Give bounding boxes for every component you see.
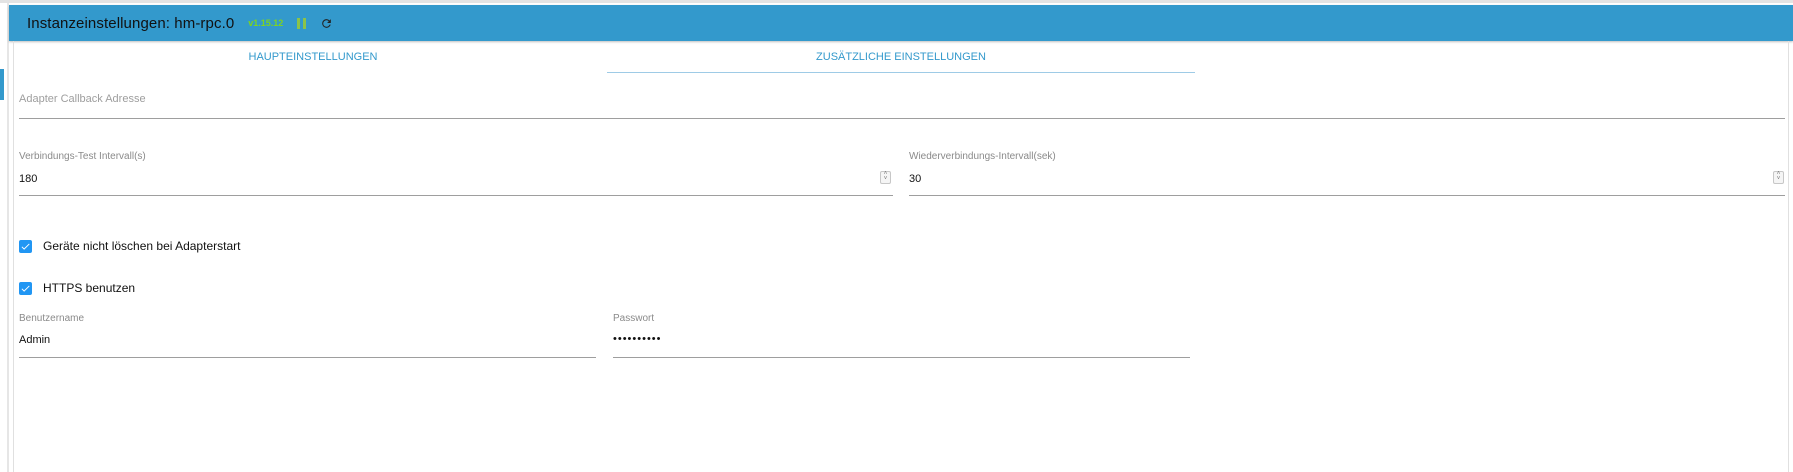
test-interval-value[interactable]: 180: [19, 173, 37, 185]
dialog-header: Instanzeinstellungen: hm-rpc.0 v1.15.12: [9, 5, 1793, 41]
reconnect-interval-underline: [909, 195, 1785, 196]
dialog-title: Instanzeinstellungen: hm-rpc.0: [27, 14, 235, 32]
active-tab-indicator: [607, 72, 1195, 73]
tab-main-settings[interactable]: HAUPTEINSTELLUNGEN: [19, 43, 607, 71]
pause-icon[interactable]: [297, 17, 307, 29]
username-value[interactable]: Admin: [19, 334, 50, 346]
username-field[interactable]: Benutzername Admin: [19, 313, 596, 359]
password-underline: [613, 357, 1190, 358]
dont-delete-devices-checkbox-row[interactable]: Geräte nicht löschen bei Adapterstart: [19, 239, 240, 253]
checkmark-icon: [21, 285, 30, 292]
https-checkbox-row[interactable]: HTTPS benutzen: [19, 281, 135, 295]
https-label: HTTPS benutzen: [43, 281, 136, 295]
sidebar-active-indicator: [0, 69, 4, 100]
test-interval-underline: [19, 195, 893, 196]
window-top-border: [0, 0, 1793, 3]
password-field[interactable]: Passwort ••••••••••: [613, 313, 1190, 359]
reconnect-interval-stepper[interactable]: ˄ ˅: [1773, 171, 1784, 184]
panel-right-border: [1788, 41, 1789, 472]
checkmark-icon: [21, 243, 30, 250]
reload-icon[interactable]: [320, 17, 333, 30]
reconnect-interval-label: Wiederverbindungs-Intervall(sek): [909, 151, 1056, 162]
username-label: Benutzername: [19, 313, 85, 324]
test-interval-stepper[interactable]: ˄ ˅: [880, 171, 891, 184]
dont-delete-devices-label: Geräte nicht löschen bei Adapterstart: [43, 239, 241, 253]
https-checkbox[interactable]: [19, 281, 32, 295]
password-label: Passwort: [613, 313, 655, 324]
callback-address-underline: [19, 118, 1785, 119]
password-value[interactable]: ••••••••••: [613, 333, 662, 345]
test-interval-label: Verbindungs-Test Intervall(s): [19, 151, 146, 162]
reconnect-interval-field[interactable]: Wiederverbindungs-Intervall(sek) 30 ˄ ˅: [909, 151, 1785, 197]
test-interval-field[interactable]: Verbindungs-Test Intervall(s) 180 ˄ ˅: [19, 151, 893, 197]
panel-left-border: [13, 41, 14, 472]
username-underline: [19, 357, 596, 358]
tab-additional-settings[interactable]: ZUSÄTZLICHE EINSTELLUNGEN: [607, 43, 1195, 71]
callback-address-field[interactable]: Adapter Callback Adresse: [19, 89, 1785, 119]
sidebar-edge: [7, 3, 9, 472]
reconnect-interval-value[interactable]: 30: [909, 173, 921, 185]
dont-delete-devices-checkbox[interactable]: [19, 239, 32, 253]
callback-address-placeholder: Adapter Callback Adresse: [19, 93, 146, 105]
version-badge: v1.15.12: [248, 18, 284, 28]
